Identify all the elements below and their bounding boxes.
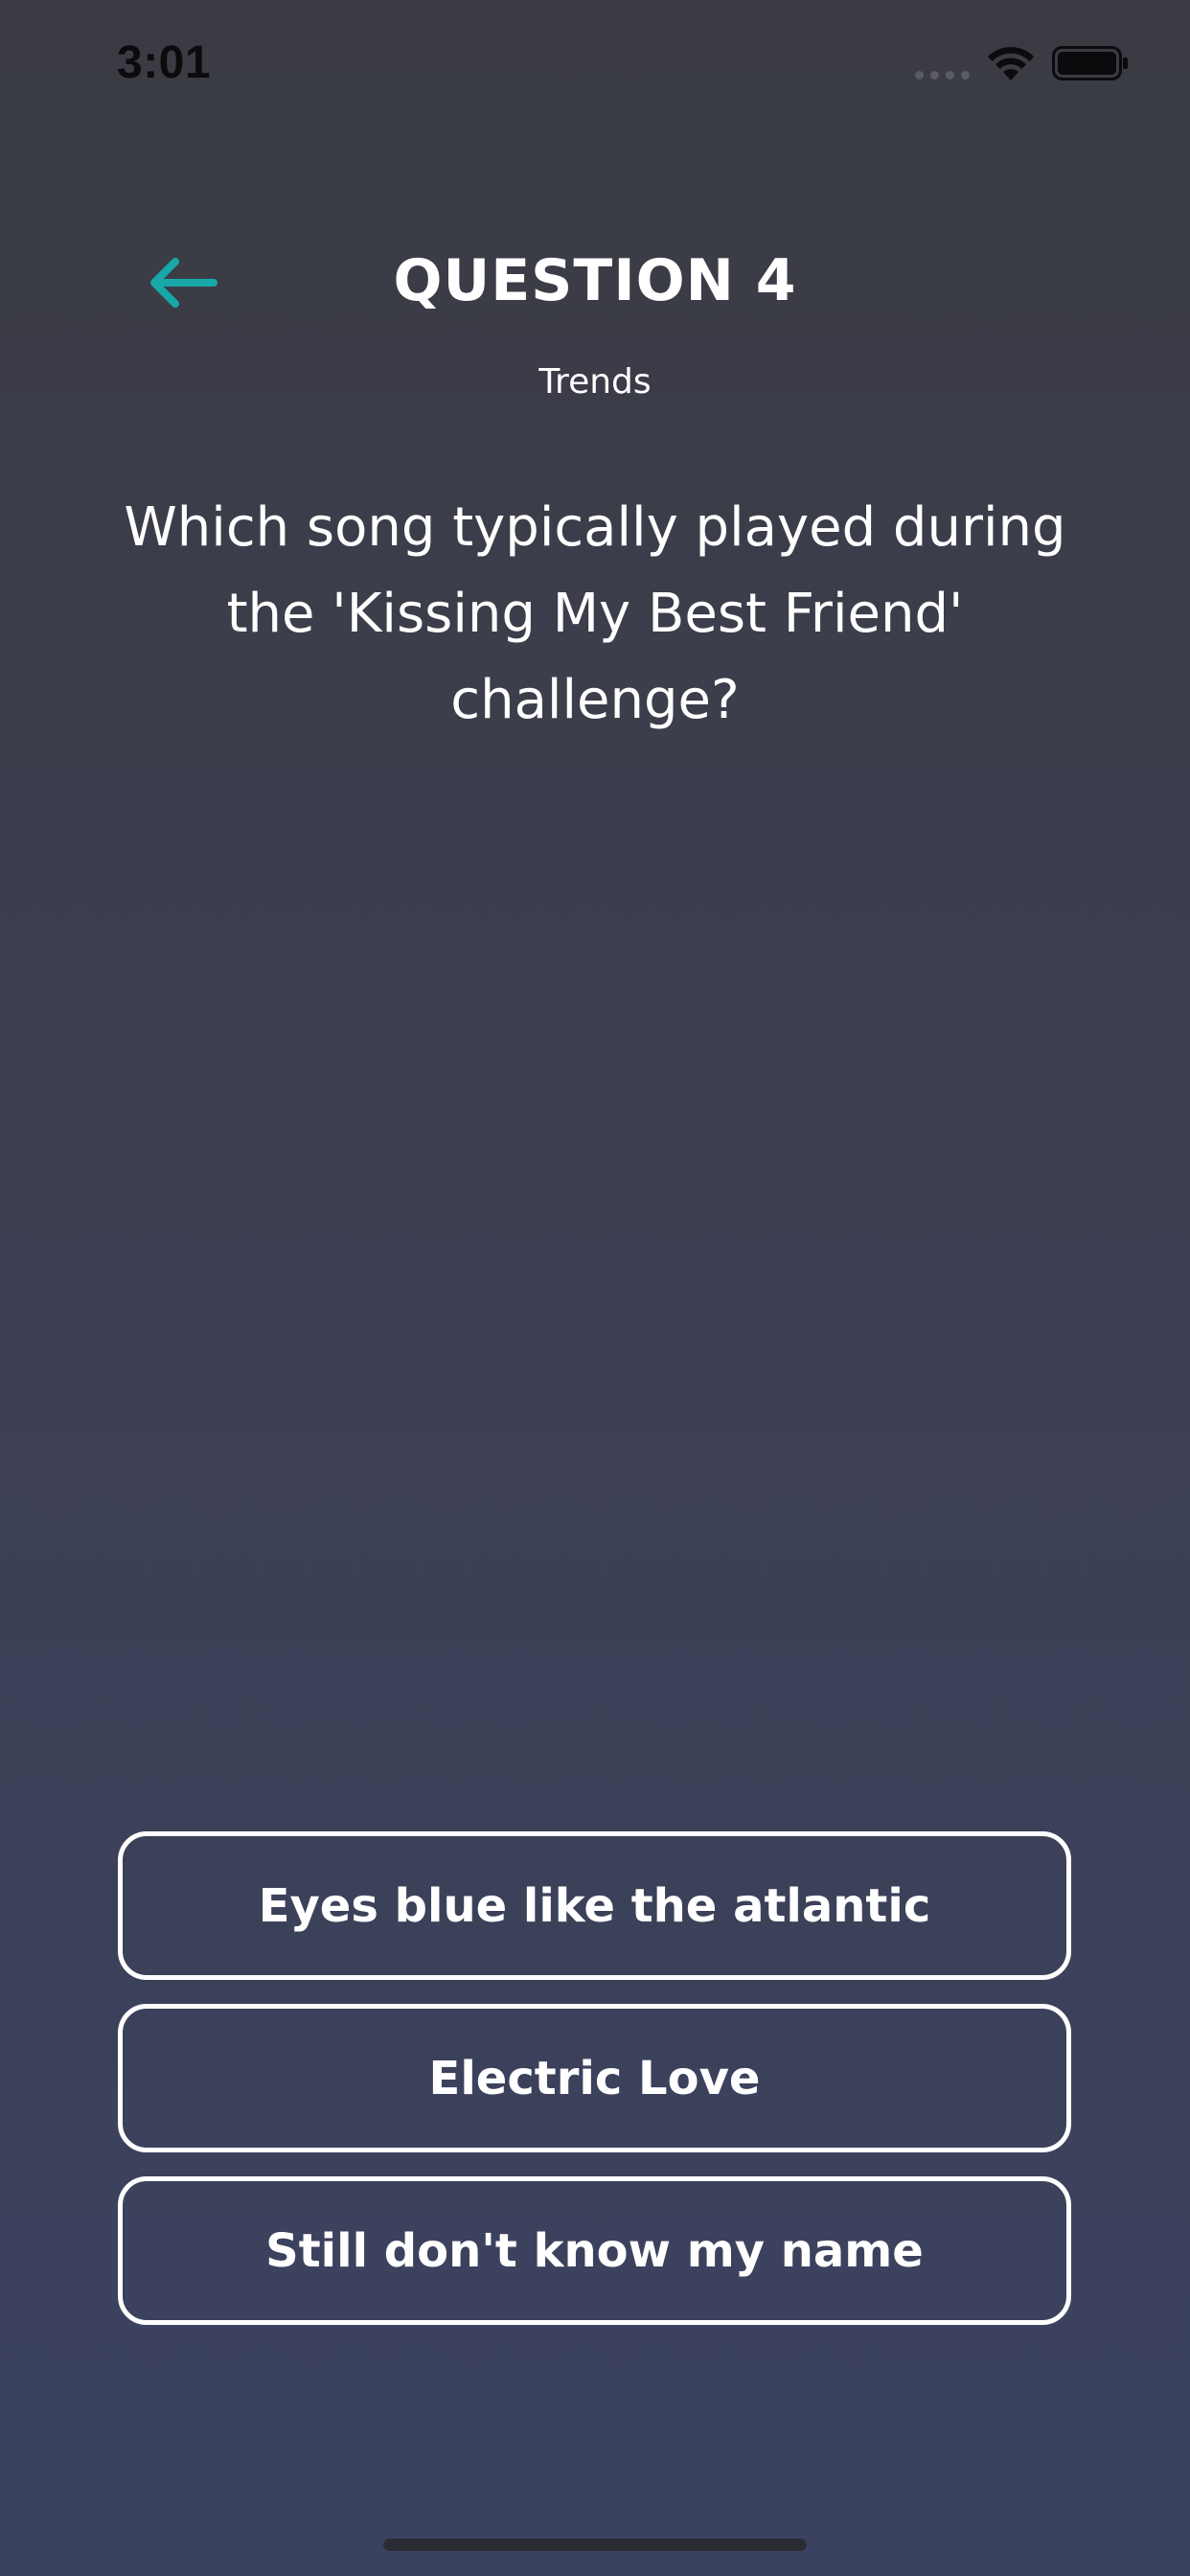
battery-icon	[1052, 46, 1128, 80]
question-text: Which song typically played during the '…	[124, 496, 1066, 731]
page-title: QUESTION 4	[393, 247, 797, 314]
category-label: Trends	[538, 362, 652, 402]
home-indicator	[383, 2539, 807, 2551]
status-time: 3:01	[117, 37, 212, 88]
status-bar: 3:01	[0, 0, 1190, 126]
answer-button[interactable]: Still don't know my name	[118, 2176, 1071, 2325]
answer-list: Eyes blue like the atlantic Electric Lov…	[118, 1831, 1071, 2349]
answer-button[interactable]: Eyes blue like the atlantic	[118, 1831, 1071, 1980]
wifi-icon	[988, 47, 1034, 80]
cellular-signal-icon	[915, 71, 971, 80]
answer-button[interactable]: Electric Love	[118, 2004, 1071, 2152]
